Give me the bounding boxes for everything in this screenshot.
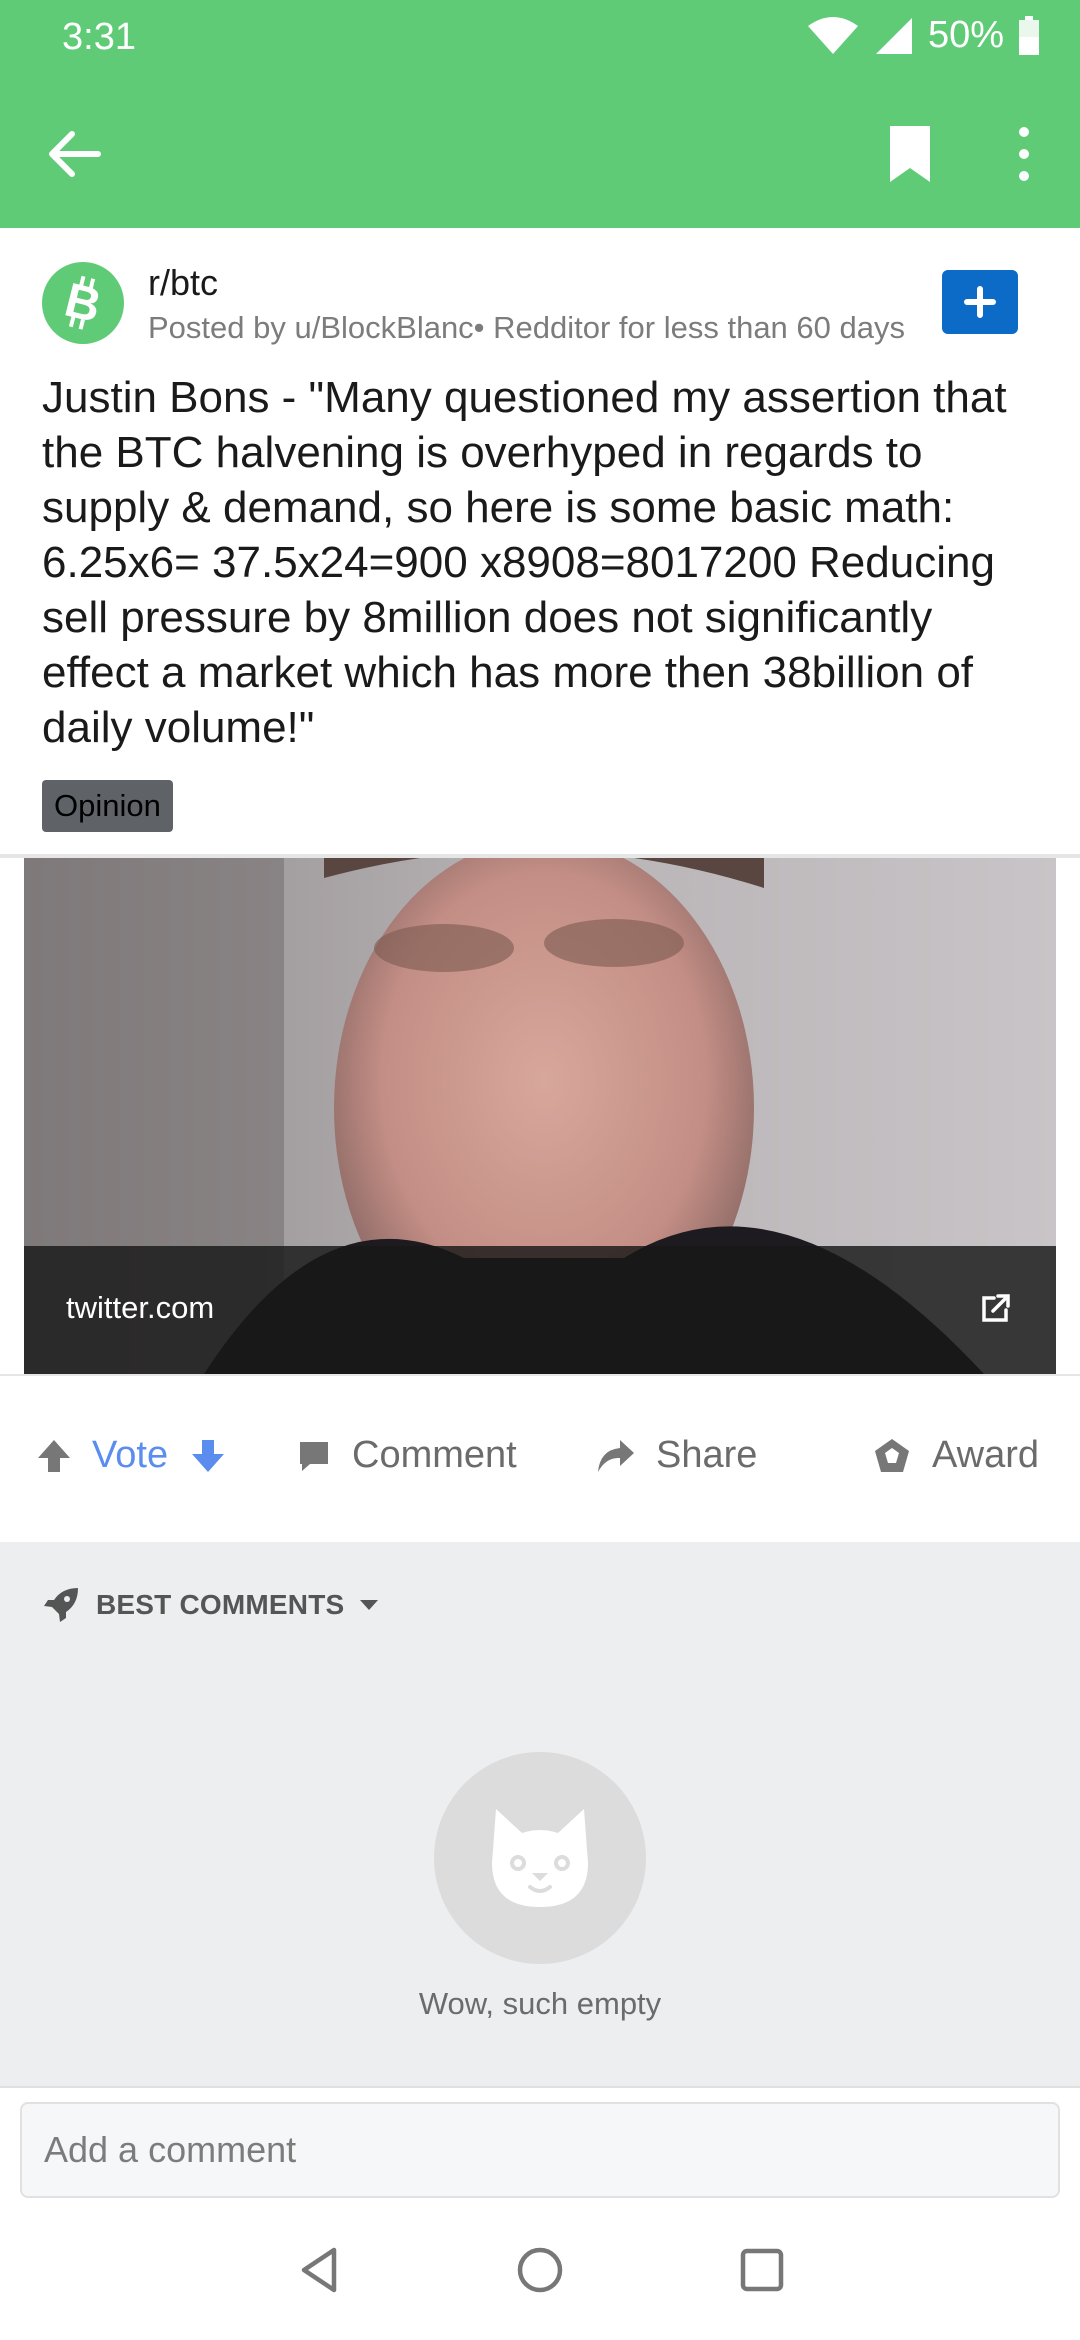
wifi-icon — [807, 16, 858, 54]
cat-face-icon — [492, 1809, 588, 1907]
subreddit-name[interactable]: r/btc — [148, 262, 218, 304]
post-meta: Posted by u/BlockBlanc• Redditor for les… — [148, 310, 905, 345]
subreddit-avatar[interactable]: B — [42, 262, 124, 344]
rocket-icon — [44, 1588, 78, 1622]
bookmark-icon[interactable] — [878, 122, 942, 186]
comment-input[interactable] — [22, 2104, 1058, 2196]
upvote-icon[interactable] — [36, 1438, 72, 1474]
cell-signal-icon — [875, 17, 912, 54]
nav-back-icon[interactable] — [294, 2244, 346, 2296]
vote-group: Vote — [36, 1434, 226, 1477]
link-domain: twitter.com — [66, 1290, 215, 1325]
status-time: 3:31 — [62, 16, 136, 58]
vote-label: Vote — [92, 1434, 169, 1476]
app-bar — [0, 80, 1080, 228]
comment-composer — [20, 2102, 1060, 2198]
post-flair: Opinion — [42, 780, 173, 832]
empty-state-illustration — [434, 1752, 646, 1964]
post-actions: Vote Comment Share Award — [0, 1376, 1080, 1542]
more-vertical-icon[interactable] — [1000, 122, 1048, 186]
share-button[interactable]: Share — [596, 1434, 757, 1477]
external-link-icon — [982, 1294, 1010, 1322]
downvote-icon[interactable] — [190, 1438, 226, 1474]
bitcoin-icon: B — [60, 275, 106, 331]
post-title: Justin Bons - "Many questioned my assert… — [42, 373, 1007, 752]
status-bar: 3:31 50% — [0, 0, 1080, 80]
comments-section: BEST COMMENTS Wow, such empty — [0, 1542, 1080, 2088]
link-preview[interactable]: twitter.com — [24, 858, 1056, 1374]
comment-icon — [300, 1441, 328, 1471]
comment-sort-label: BEST COMMENTS — [96, 1589, 345, 1620]
comment-button[interactable]: Comment — [296, 1434, 517, 1477]
nav-recents-icon[interactable] — [736, 2244, 788, 2296]
award-icon — [875, 1438, 909, 1472]
award-button[interactable]: Award — [872, 1434, 1039, 1477]
join-subreddit-button[interactable] — [942, 270, 1018, 334]
share-label: Share — [656, 1434, 758, 1476]
battery-icon — [1019, 15, 1039, 55]
nav-home-icon[interactable] — [514, 2244, 566, 2296]
comment-sort-dropdown[interactable]: BEST COMMENTS — [42, 1586, 380, 1624]
status-icons: 50% — [806, 14, 1040, 57]
empty-state-text: Wow, such empty — [418, 1986, 662, 2021]
battery-percent: 50% — [927, 14, 1004, 56]
plus-icon — [964, 286, 996, 318]
share-icon — [598, 1439, 634, 1472]
system-nav-bar — [0, 2200, 1080, 2340]
caret-down-icon — [360, 1600, 379, 1610]
award-label: Award — [932, 1434, 1040, 1476]
link-bar: twitter.com — [24, 1246, 1056, 1374]
comment-label: Comment — [352, 1434, 517, 1476]
back-arrow-icon[interactable] — [40, 120, 108, 188]
